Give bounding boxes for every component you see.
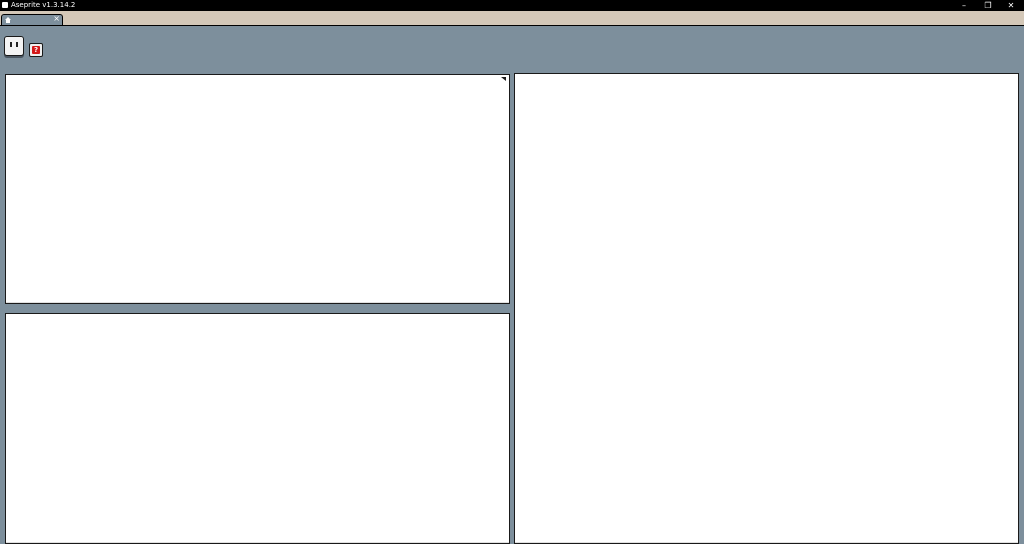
help-icon: ? [32, 46, 40, 54]
tab-bar: × [0, 11, 1024, 26]
window-title: Aseprite v1.3.14.2 [11, 1, 76, 9]
window-close-button[interactable]: ✕ [999, 0, 1023, 11]
restore-button[interactable]: ❐ [976, 0, 1000, 11]
aseprite-logo-button[interactable] [4, 36, 24, 56]
tab-home[interactable]: × [1, 14, 63, 25]
home-icon [5, 17, 11, 23]
logo-right-eye [16, 42, 18, 47]
home-panel-top-left[interactable] [5, 74, 510, 304]
app-icon [2, 2, 8, 8]
window-titlebar[interactable]: Aseprite v1.3.14.2 – ❐ ✕ [0, 0, 1024, 11]
logo-left-eye [10, 42, 12, 47]
minimize-button[interactable]: – [952, 0, 976, 11]
help-button[interactable]: ? [29, 43, 43, 57]
home-panel-right[interactable] [514, 73, 1019, 544]
home-panel-bottom-left[interactable] [5, 313, 510, 544]
panel-corner-arrow-icon[interactable] [501, 77, 506, 81]
tab-close-icon[interactable]: × [53, 14, 60, 24]
